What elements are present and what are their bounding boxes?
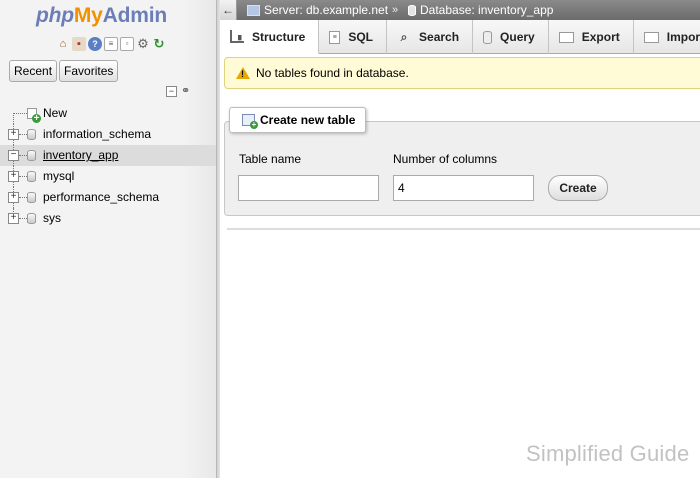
breadcrumb-server[interactable]: Server: db.example.net [247, 0, 388, 20]
database-icon [27, 150, 36, 161]
expand-icon[interactable]: + [8, 192, 19, 203]
tab-label: Import [666, 30, 700, 44]
copy-icon[interactable]: ▫ [120, 37, 134, 51]
tree-item-performance-schema[interactable]: + performance_schema [0, 187, 216, 208]
tree-item-label[interactable]: sys [43, 211, 61, 225]
database-icon [27, 171, 36, 182]
create-button[interactable]: Create [548, 175, 608, 201]
breadcrumb-database[interactable]: Database: inventory_app [408, 0, 553, 20]
create-table-title: Create new table [260, 113, 356, 127]
reload-icon[interactable]: ↻ [152, 37, 166, 51]
no-tables-notice: No tables found in database. [224, 57, 700, 89]
breadcrumb-database-label: Database: inventory_app [420, 3, 554, 17]
expand-icon[interactable]: + [8, 129, 19, 140]
tree-item-label[interactable]: inventory_app [43, 148, 118, 162]
breadcrumb-separator: » [392, 4, 399, 16]
expand-icon[interactable]: + [8, 171, 19, 182]
tree-line [19, 155, 27, 156]
nav-resize-handle[interactable] [216, 0, 220, 478]
phpmyadmin-logo[interactable]: phpMyAdmin [36, 3, 167, 29]
sql-icon: ≡ [329, 30, 341, 44]
structure-icon: ▗ [230, 30, 244, 43]
tab-sql[interactable]: ≡ SQL [319, 20, 388, 54]
database-tree: New + information_schema − inventory_app… [0, 103, 216, 229]
query-icon [483, 30, 493, 44]
settings-gear-icon[interactable]: ⚙ [136, 37, 150, 51]
favorites-button[interactable]: Favorites [59, 60, 119, 82]
number-of-columns-label: Number of columns [393, 152, 498, 166]
home-icon[interactable]: ⌂ [56, 37, 70, 51]
expand-icon[interactable]: + [8, 213, 19, 224]
nav-icon-bar: ⌂ ▪ ? ≡ ▫ ⚙ ↻ [56, 37, 166, 51]
table-name-label: Table name [239, 152, 302, 166]
notice-text: No tables found in database. [256, 66, 409, 80]
tree-item-label[interactable]: information_schema [43, 127, 151, 141]
database-icon [408, 4, 416, 16]
export-icon [558, 31, 574, 43]
tree-line [19, 197, 27, 198]
tab-query[interactable]: Query [473, 20, 549, 54]
tab-label: SQL [348, 30, 374, 44]
tree-line [19, 134, 27, 135]
recent-favorites-tabs: Recent Favorites [9, 60, 119, 82]
collapse-nav-arrow-icon[interactable]: ← [220, 0, 237, 20]
content-divider [227, 228, 700, 230]
watermark: Simplified Guide [526, 441, 690, 466]
new-database-icon [27, 108, 41, 123]
tree-item-information-schema[interactable]: + information_schema [0, 124, 216, 145]
create-table-legend: Create new table [229, 107, 367, 133]
logout-icon[interactable]: ▪ [72, 37, 86, 51]
tree-item-label[interactable]: mysql [43, 169, 74, 183]
main-tabs: ▗ Structure ≡ SQL ⌕ Search Query Export … [220, 20, 700, 54]
tab-structure[interactable]: ▗ Structure [220, 20, 320, 54]
new-table-icon [242, 114, 258, 129]
tree-item-sys[interactable]: + sys [0, 208, 216, 229]
tree-line [13, 113, 14, 124]
tree-item-label[interactable]: performance_schema [43, 190, 159, 204]
tab-label: Query [500, 30, 535, 44]
breadcrumb-server-label: Server: db.example.net [264, 3, 389, 17]
search-icon: ⌕ [400, 29, 408, 44]
tab-export[interactable]: Export [549, 20, 634, 54]
tree-item-label[interactable]: New [43, 106, 67, 120]
tab-import[interactable]: Import [634, 20, 700, 54]
recent-button[interactable]: Recent [9, 60, 58, 82]
tree-line [13, 113, 27, 114]
tree-item-mysql[interactable]: + mysql [0, 166, 216, 187]
tree-line [19, 176, 27, 177]
collapse-icon[interactable]: − [8, 150, 19, 161]
number-of-columns-input[interactable] [393, 175, 534, 201]
tab-label: Search [419, 30, 460, 44]
server-icon [247, 4, 260, 16]
docs-icon[interactable]: ≡ [104, 37, 118, 51]
table-name-input[interactable] [238, 175, 379, 201]
navigation-panel: phpMyAdmin ⌂ ▪ ? ≡ ▫ ⚙ ↻ Recent Favorite… [0, 0, 216, 478]
database-icon [27, 192, 36, 203]
warning-icon [236, 67, 250, 79]
database-icon [27, 129, 36, 140]
link-with-main-icon[interactable]: ⚭ [181, 86, 195, 97]
breadcrumb: ← Server: db.example.net » Database: inv… [220, 0, 700, 20]
tab-search[interactable]: ⌕ Search [387, 20, 474, 54]
tab-label: Structure [252, 29, 306, 44]
create-table-fieldset [224, 121, 700, 216]
help-icon[interactable]: ? [88, 37, 102, 51]
tree-item-new[interactable]: New [0, 103, 216, 124]
collapse-all-icon[interactable]: − [166, 86, 177, 97]
tree-line [19, 218, 27, 219]
tree-item-inventory-app[interactable]: − inventory_app [0, 145, 216, 166]
import-icon [643, 31, 659, 43]
tab-label: Export [581, 30, 620, 44]
database-icon [27, 213, 36, 224]
